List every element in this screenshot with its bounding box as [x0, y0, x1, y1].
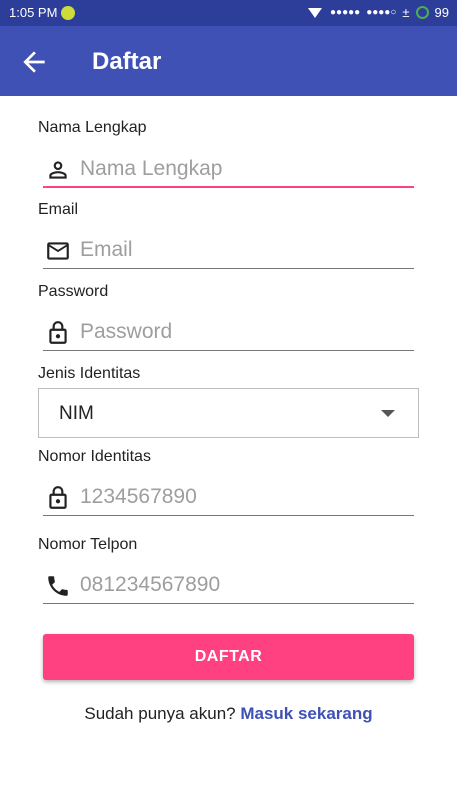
- app-bar: Daftar: [0, 26, 457, 96]
- notification-icon: [61, 6, 75, 20]
- data-indicator: ±: [402, 5, 410, 20]
- identity-number-field: [43, 476, 414, 516]
- status-time: 1:05 PM: [9, 5, 58, 20]
- status-bar: 1:05 PM ●●●●● ●●●●○ ± 99: [0, 0, 457, 26]
- identity-type-dropdown[interactable]: NIM: [38, 388, 419, 438]
- status-indicators: ●●●●● ●●●●○ ± 99: [307, 5, 449, 20]
- lock-icon: [49, 486, 67, 509]
- arrow-back-icon[interactable]: [18, 46, 50, 78]
- full-name-field: [43, 148, 414, 188]
- identity-type-value: NIM: [59, 403, 94, 424]
- password-label: Password: [38, 283, 109, 300]
- person-icon: [49, 161, 67, 179]
- wifi-icon: [307, 7, 322, 18]
- mail-icon: [47, 242, 69, 260]
- identity-number-input[interactable]: [80, 480, 410, 514]
- full-name-input[interactable]: [80, 152, 410, 186]
- phone-field: [43, 564, 414, 604]
- phone-icon: [48, 576, 68, 596]
- email-field: [43, 229, 414, 269]
- login-prompt-text: Sudah punya akun?: [84, 704, 241, 723]
- login-prompt: Sudah punya akun? Masuk sekarang: [0, 704, 457, 724]
- page-title: Daftar: [92, 48, 162, 75]
- identity-number-label: Nomor Identitas: [38, 448, 151, 465]
- signal-strength-2: ●●●●○: [366, 7, 397, 18]
- register-button[interactable]: DAFTAR: [43, 634, 414, 680]
- password-input[interactable]: [80, 315, 410, 349]
- full-name-label: Nama Lengkap: [38, 119, 147, 136]
- identity-type-label: Jenis Identitas: [38, 365, 141, 382]
- login-link[interactable]: Masuk sekarang: [240, 704, 372, 723]
- phone-input[interactable]: [80, 568, 410, 602]
- signal-strength-1: ●●●●●: [329, 7, 361, 18]
- battery-icon: [415, 6, 429, 19]
- dropdown-arrow-icon: [381, 410, 395, 417]
- phone-label: Nomor Telpon: [38, 536, 138, 553]
- password-field: [43, 311, 414, 351]
- battery-level: 99: [434, 5, 449, 20]
- lock-icon: [49, 321, 67, 344]
- email-label: Email: [38, 201, 79, 218]
- email-input[interactable]: [80, 233, 410, 267]
